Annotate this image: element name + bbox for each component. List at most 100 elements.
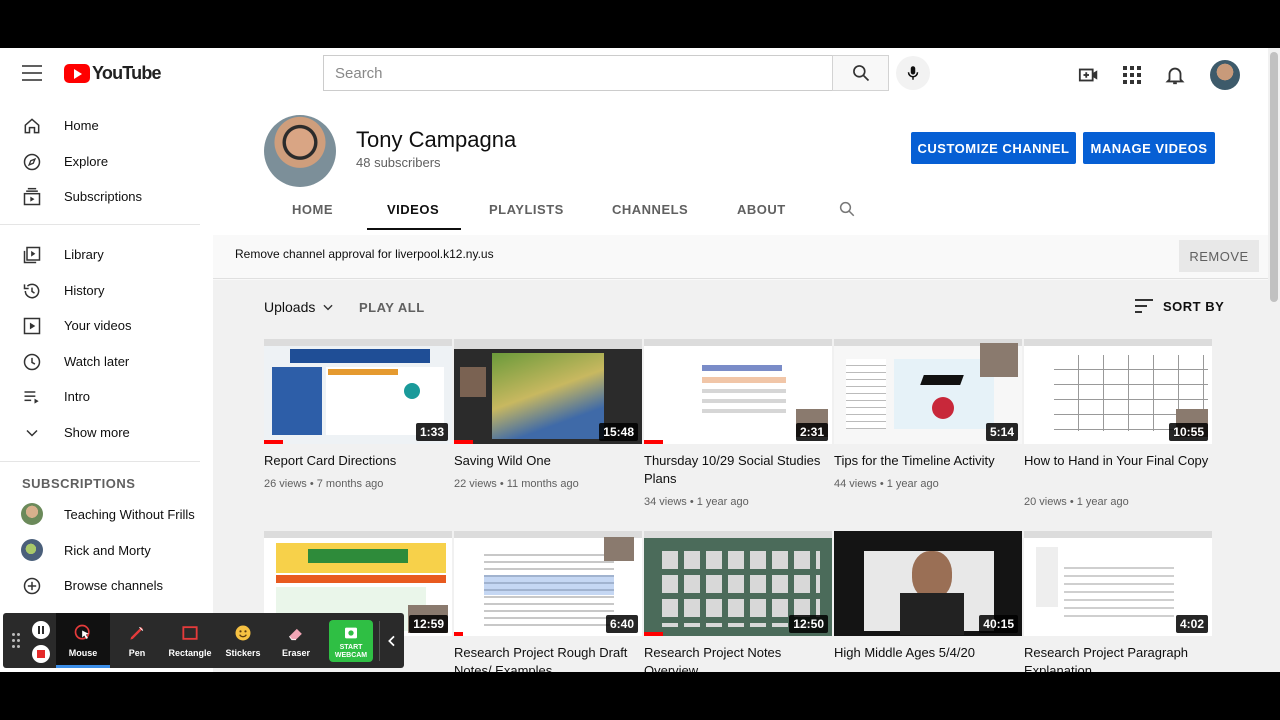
channel-header: Tony Campagna 48 subscribers CUSTOMIZE C… [213, 98, 1268, 235]
search-button[interactable] [832, 55, 889, 91]
eraser-icon [289, 628, 302, 641]
video-title[interactable]: Tips for the Timeline Activity [834, 452, 1019, 470]
scrollbar-thumb[interactable] [1270, 52, 1278, 302]
subscriptions-icon [23, 187, 41, 206]
sidebar-item-subscriptions[interactable]: Subscriptions [0, 179, 213, 215]
remove-approval-button[interactable]: REMOVE [1179, 240, 1259, 272]
pen-icon [130, 626, 144, 640]
tab-about[interactable]: ABOUT [737, 202, 786, 217]
account-avatar[interactable] [1210, 60, 1240, 90]
webcam-icon [345, 627, 357, 639]
video-thumbnail: 6:40 [454, 531, 642, 636]
play-all-button[interactable]: PLAY ALL [359, 300, 425, 315]
channel-approval-bar: Remove channel approval for liverpool.k1… [213, 235, 1268, 279]
video-title[interactable]: Research Project Rough Draft Notes/ Exam… [454, 644, 639, 672]
voice-search-button[interactable] [896, 56, 930, 90]
sidebar-item-label: Subscriptions [64, 189, 143, 204]
video-duration: 5:14 [985, 423, 1018, 441]
video-meta: 26 views • 7 months ago [264, 478, 384, 490]
apps-grid-icon[interactable] [1120, 63, 1144, 87]
sidebar-item-intro[interactable]: Intro [0, 379, 213, 415]
channel-page: Tony Campagna 48 subscribers CUSTOMIZE C… [213, 98, 1268, 672]
drag-handle-icon[interactable] [12, 633, 22, 649]
tool-mouse[interactable]: Mouse [56, 613, 110, 668]
video-title[interactable]: Report Card Directions [264, 452, 449, 470]
sidebar-item-your-videos[interactable]: Your videos [0, 308, 213, 344]
subscription-rick-and-morty[interactable]: Rick and Morty [0, 533, 213, 569]
tab-videos[interactable]: VIDEOS [387, 202, 439, 217]
sidebar-item-history[interactable]: History [0, 273, 213, 309]
video-duration: 40:15 [979, 615, 1018, 633]
tab-home[interactable]: HOME [292, 202, 333, 217]
watch-progress [644, 440, 663, 444]
stop-recording-icon[interactable] [32, 645, 50, 663]
manage-videos-button[interactable]: MANAGE VIDEOS [1083, 132, 1215, 164]
channel-avatar [21, 539, 43, 561]
subscription-label: Teaching Without Frills [64, 507, 195, 522]
logo-text: YouTube [92, 63, 162, 83]
sidebar-item-browse-channels[interactable]: Browse channels [0, 568, 213, 604]
video-thumbnail: 40:15 [834, 531, 1022, 636]
video-thumbnail: 1:33 [264, 339, 452, 444]
video-title[interactable]: Research Project Notes Overview [644, 644, 829, 672]
sidebar-item-label: History [64, 283, 105, 298]
tool-pen[interactable]: Pen [110, 613, 164, 668]
video-meta: 34 views • 1 year ago [644, 496, 749, 508]
clock-icon [23, 353, 41, 371]
menu-icon[interactable] [22, 65, 42, 81]
video-duration: 6:40 [605, 615, 638, 633]
home-icon [24, 118, 40, 134]
tool-label: Mouse [68, 648, 98, 658]
video-title[interactable]: Thursday 10/29 Social Studies Plans [644, 452, 829, 488]
tool-stickers[interactable]: Stickers [216, 613, 270, 668]
video-meta: 44 views • 1 year ago [834, 478, 939, 490]
search-input[interactable]: Search [323, 55, 833, 91]
chevron-down-icon [26, 429, 38, 437]
create-video-icon[interactable] [1077, 63, 1101, 87]
tab-channels[interactable]: CHANNELS [612, 202, 688, 217]
channel-avatar [21, 503, 43, 525]
sidebar-item-watch-later[interactable]: Watch later [0, 344, 213, 380]
sidebar-item-explore[interactable]: Explore [0, 144, 213, 180]
subscription-label: Browse channels [64, 578, 163, 593]
sidebar-item-show-more[interactable]: Show more [0, 415, 213, 451]
tab-playlists[interactable]: PLAYLISTS [489, 202, 564, 217]
collapse-toolbar-button[interactable] [379, 621, 401, 661]
tool-rectangle[interactable]: Rectangle [163, 613, 217, 668]
youtube-logo[interactable]: YouTube [64, 63, 162, 84]
watch-progress [264, 440, 283, 444]
sidebar: Home Explore Subscriptions Library Histo… [0, 98, 213, 672]
sidebar-divider [0, 224, 200, 225]
video-title[interactable]: High Middle Ages 5/4/20 [834, 644, 1019, 662]
watch-progress [454, 632, 464, 636]
chevron-down-icon [323, 304, 333, 311]
video-thumbnail: 15:48 [454, 339, 642, 444]
video-title[interactable]: How to Hand in Your Final Copy [1024, 452, 1209, 470]
sidebar-item-label: Intro [64, 389, 91, 404]
sidebar-item-label: Watch later [64, 354, 130, 369]
subscription-teaching-without-frills[interactable]: Teaching Without Frills [0, 497, 213, 533]
notifications-bell-icon[interactable] [1163, 63, 1187, 87]
page-scrollbar[interactable] [1268, 48, 1280, 672]
tool-eraser[interactable]: Eraser [269, 613, 323, 668]
webcam-label: START WEBCAM [334, 644, 368, 659]
sidebar-item-library[interactable]: Library [0, 237, 213, 273]
start-webcam-button[interactable]: START WEBCAM [329, 620, 373, 662]
customize-channel-button[interactable]: CUSTOMIZE CHANNEL [911, 132, 1076, 164]
video-thumbnail: 2:31 [644, 339, 832, 444]
search-icon[interactable] [838, 200, 856, 218]
active-tool-indicator [56, 665, 110, 668]
sidebar-item-home[interactable]: Home [0, 108, 213, 144]
video-title[interactable]: Research Project Paragraph Explanation [1024, 644, 1209, 672]
pause-icon[interactable] [32, 621, 50, 639]
uploads-dropdown[interactable]: Uploads [264, 299, 335, 315]
tool-label: Eraser [281, 648, 311, 658]
youtube-play-icon [64, 64, 90, 83]
sidebar-item-label: Library [64, 247, 104, 262]
sort-by-button[interactable]: SORT BY [1135, 298, 1224, 314]
video-duration: 2:31 [795, 423, 828, 441]
compass-icon [23, 153, 41, 171]
video-title[interactable]: Saving Wild One [454, 452, 639, 470]
video-thumbnail: 4:02 [1024, 531, 1212, 636]
masthead: YouTube Search [0, 48, 1268, 98]
